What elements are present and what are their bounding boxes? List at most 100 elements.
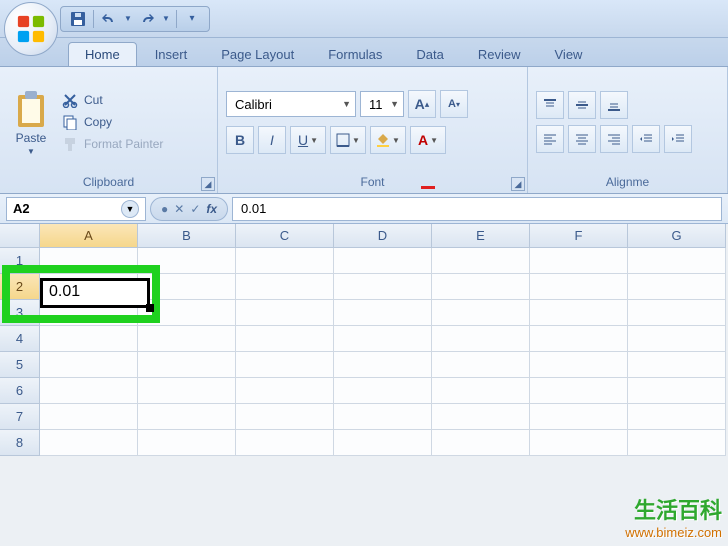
tab-view[interactable]: View [539,43,599,66]
row-header[interactable]: 3 [0,300,40,326]
align-center-button[interactable] [568,125,596,153]
cell[interactable] [334,274,432,300]
bold-button[interactable]: B [226,126,254,154]
cell[interactable] [40,404,138,430]
fill-color-button[interactable]: ▼ [370,126,406,154]
row-header[interactable]: 6 [0,378,40,404]
cell[interactable] [432,404,530,430]
cell[interactable] [138,248,236,274]
align-bottom-button[interactable] [600,91,628,119]
row-header[interactable]: 5 [0,352,40,378]
increase-indent-button[interactable] [664,125,692,153]
font-size-combo[interactable]: 11 ▼ [360,91,404,117]
cell[interactable] [628,352,726,378]
cell[interactable] [236,404,334,430]
formula-dropdown-icon[interactable]: ● [161,202,168,216]
col-header-g[interactable]: G [628,224,726,248]
tab-page-layout[interactable]: Page Layout [205,43,310,66]
paste-button[interactable]: Paste ▼ [8,71,54,173]
cell[interactable] [236,430,334,456]
tab-formulas[interactable]: Formulas [312,43,398,66]
undo-button[interactable] [98,9,120,29]
cell[interactable] [334,326,432,352]
office-button[interactable] [4,2,58,56]
cell[interactable] [138,274,236,300]
tab-data[interactable]: Data [400,43,459,66]
row-header[interactable]: 8 [0,430,40,456]
cell[interactable] [40,326,138,352]
align-right-button[interactable] [600,125,628,153]
cell[interactable] [628,274,726,300]
qat-customize[interactable]: ▾ [181,9,203,29]
cell[interactable] [138,430,236,456]
cell[interactable] [530,274,628,300]
border-button[interactable]: ▼ [330,126,366,154]
cell[interactable] [236,300,334,326]
tab-review[interactable]: Review [462,43,537,66]
cell[interactable] [432,326,530,352]
cancel-formula-button[interactable]: ✕ [174,202,184,216]
cell[interactable] [334,404,432,430]
cell[interactable] [530,378,628,404]
col-header-f[interactable]: F [530,224,628,248]
underline-button[interactable]: U▼ [290,126,326,154]
cell[interactable] [236,274,334,300]
cell[interactable] [530,404,628,430]
col-header-e[interactable]: E [432,224,530,248]
undo-dropdown[interactable]: ▼ [122,9,134,29]
col-header-d[interactable]: D [334,224,432,248]
cell[interactable] [138,326,236,352]
row-header[interactable]: 2 [0,274,40,300]
font-launcher[interactable]: ◢ [511,177,525,191]
cell[interactable] [236,378,334,404]
row-header[interactable]: 1 [0,248,40,274]
formula-input[interactable]: 0.01 [232,197,722,221]
cell[interactable] [138,378,236,404]
cell[interactable] [530,248,628,274]
cell[interactable] [334,352,432,378]
format-painter-button[interactable]: Format Painter [62,136,163,152]
font-color-button[interactable]: A ▼ [410,126,446,154]
cell[interactable] [628,378,726,404]
grow-font-button[interactable]: A▴ [408,90,436,118]
cell[interactable] [530,326,628,352]
clipboard-launcher[interactable]: ◢ [201,177,215,191]
cell[interactable] [334,300,432,326]
decrease-indent-button[interactable] [632,125,660,153]
cell[interactable] [628,326,726,352]
cell[interactable] [628,300,726,326]
font-name-combo[interactable]: Calibri ▼ [226,91,356,117]
cell[interactable] [40,430,138,456]
cell[interactable] [432,274,530,300]
cell[interactable] [236,248,334,274]
redo-dropdown[interactable]: ▼ [160,9,172,29]
cell[interactable] [138,404,236,430]
cell[interactable] [530,300,628,326]
cell[interactable] [40,352,138,378]
cell[interactable] [530,352,628,378]
cell[interactable] [530,430,628,456]
col-header-b[interactable]: B [138,224,236,248]
cell[interactable] [334,430,432,456]
enter-formula-button[interactable]: ✓ [190,202,200,216]
cell[interactable] [236,352,334,378]
cell[interactable] [432,248,530,274]
select-all-corner[interactable] [0,224,40,248]
tab-home[interactable]: Home [68,42,137,66]
active-cell[interactable]: 0.01 [40,278,150,308]
cell[interactable] [334,378,432,404]
name-box-dropdown[interactable]: ▼ [121,200,139,218]
save-button[interactable] [67,9,89,29]
shrink-font-button[interactable]: A▾ [440,90,468,118]
cell[interactable] [432,352,530,378]
italic-button[interactable]: I [258,126,286,154]
align-left-button[interactable] [536,125,564,153]
align-middle-button[interactable] [568,91,596,119]
insert-function-button[interactable]: fx [206,202,217,216]
redo-button[interactable] [136,9,158,29]
col-header-c[interactable]: C [236,224,334,248]
cell[interactable] [432,378,530,404]
cell[interactable] [40,378,138,404]
cut-button[interactable]: Cut [62,92,163,108]
cell[interactable] [40,248,138,274]
